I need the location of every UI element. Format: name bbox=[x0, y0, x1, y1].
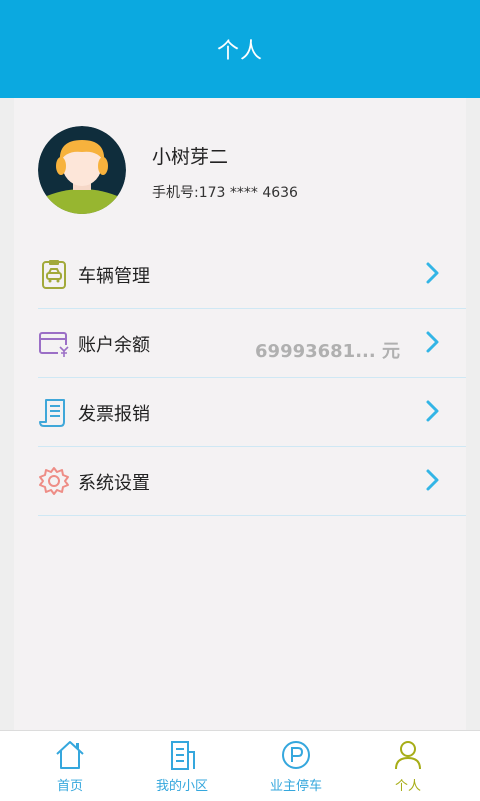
top-bar: 个人 bbox=[0, 0, 480, 98]
avatar-image bbox=[38, 126, 126, 214]
user-phone: 手机号:173 **** 4636 bbox=[152, 185, 298, 201]
tab-my-community[interactable]: 我的小区 bbox=[122, 731, 242, 801]
chevron-right-icon bbox=[424, 398, 442, 424]
menu-item-system-settings[interactable]: 系统设置 bbox=[38, 447, 466, 516]
chevron-right-icon bbox=[424, 260, 442, 286]
menu-item-vehicle-management[interactable]: 车辆管理 bbox=[38, 240, 466, 309]
tab-owner-parking[interactable]: 业主停车 bbox=[236, 731, 356, 801]
tab-label: 个人 bbox=[394, 779, 421, 794]
tab-label: 我的小区 bbox=[155, 779, 208, 794]
bottom-tab-bar: 首页 我的小区 业主停车 个人 bbox=[0, 730, 480, 801]
parking-icon bbox=[280, 739, 312, 771]
gear-icon bbox=[38, 465, 70, 497]
menu-item-label: 账户余额 bbox=[78, 335, 150, 356]
tab-label: 业主停车 bbox=[269, 779, 322, 794]
chevron-right-icon bbox=[424, 329, 442, 355]
person-icon bbox=[392, 739, 424, 771]
content-panel: 小树芽二 手机号:173 **** 4636 车辆管理 账户余额 6999368… bbox=[14, 98, 466, 730]
vehicle-clipboard-icon bbox=[38, 258, 70, 290]
tab-label: 首页 bbox=[56, 779, 83, 794]
building-icon bbox=[166, 739, 198, 771]
page-title: 个人 bbox=[216, 39, 263, 64]
chevron-right-icon bbox=[424, 467, 442, 493]
tab-home[interactable]: 首页 bbox=[10, 731, 130, 801]
menu-item-label: 车辆管理 bbox=[78, 266, 150, 287]
tab-personal[interactable]: 个人 bbox=[348, 731, 468, 801]
menu-item-invoice-reimbursement[interactable]: 发票报销 bbox=[38, 378, 466, 447]
wallet-yuan-icon bbox=[38, 327, 70, 359]
menu-item-label: 系统设置 bbox=[78, 473, 150, 494]
home-icon bbox=[54, 739, 86, 771]
avatar[interactable] bbox=[38, 126, 126, 214]
menu-item-label: 发票报销 bbox=[78, 404, 150, 425]
account-balance-value: 69993681... 元 bbox=[255, 341, 400, 362]
invoice-scroll-icon bbox=[38, 396, 70, 428]
menu-item-account-balance[interactable]: 账户余额 69993681... 元 bbox=[38, 309, 466, 378]
user-name: 小树芽二 bbox=[152, 146, 229, 168]
